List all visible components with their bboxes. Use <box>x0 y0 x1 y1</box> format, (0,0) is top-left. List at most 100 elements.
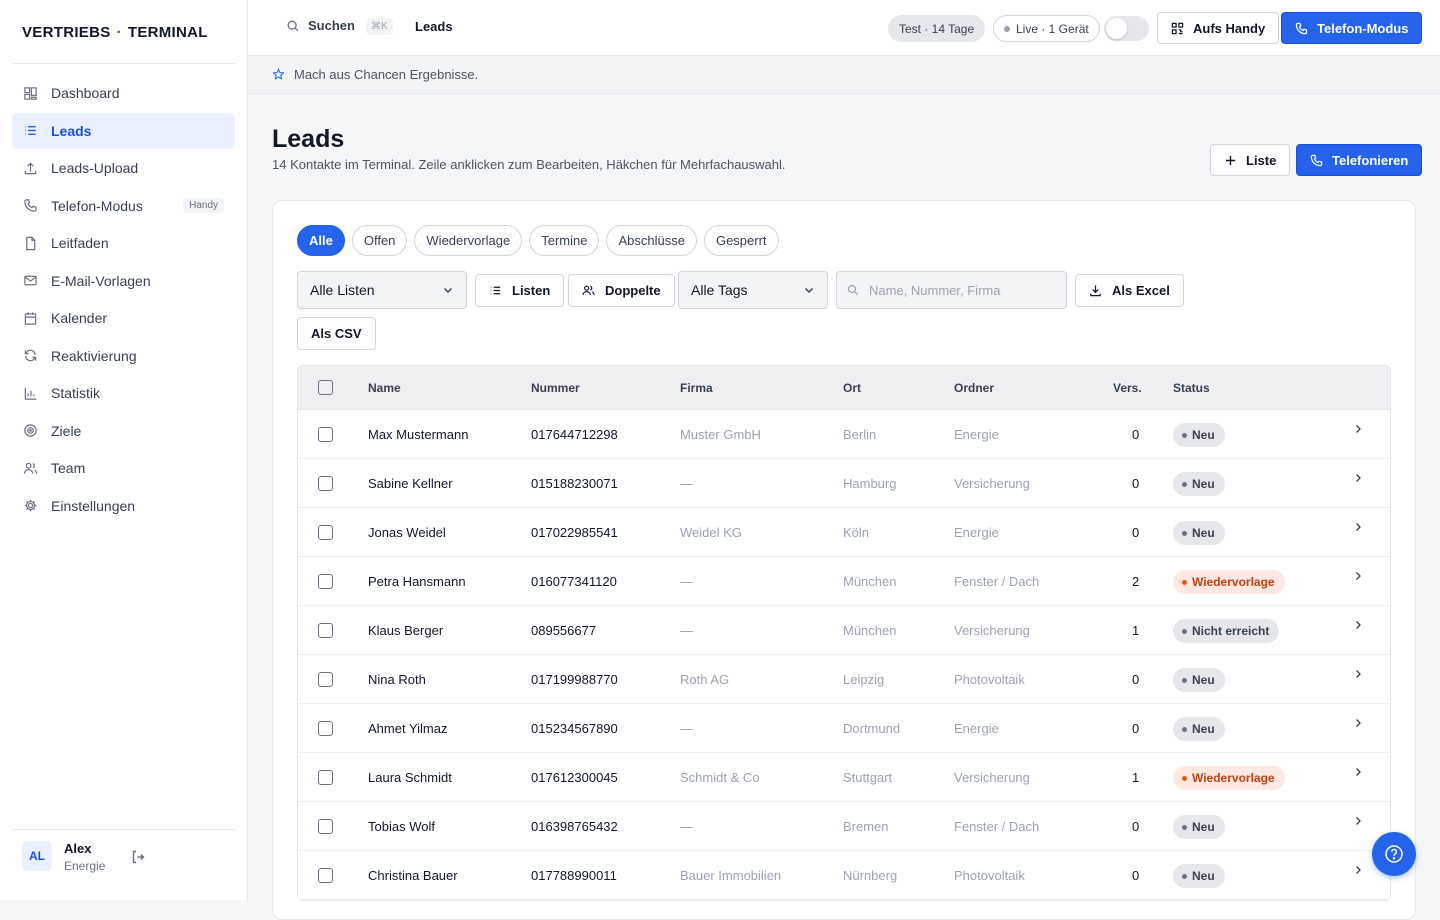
duplicates-button[interactable]: Doppelte <box>568 274 675 307</box>
sidebar-item-leads-upload[interactable]: Leads-Upload <box>12 150 235 186</box>
lead-folder: Photovoltaik <box>954 867 1025 883</box>
sidebar-item-kalender[interactable]: Kalender <box>12 300 235 336</box>
lead-search-input[interactable]: Name, Nummer, Firma <box>836 271 1067 309</box>
sidebar-item-label: Team <box>51 460 86 476</box>
table-header: Name Nummer Firma Ort Ordner Vers. Statu… <box>298 366 1390 410</box>
logout-icon[interactable] <box>130 849 146 865</box>
col-attempts[interactable]: Vers. <box>1113 381 1142 395</box>
col-company[interactable]: Firma <box>680 381 713 395</box>
filter-tab-offen[interactable]: Offen <box>351 225 408 256</box>
tags-select[interactable]: Alle Tags <box>678 271 828 309</box>
status-badge: Wiedervorlage <box>1173 766 1285 790</box>
lists-button[interactable]: Listen <box>475 274 565 307</box>
row-checkbox[interactable] <box>318 475 333 491</box>
col-city[interactable]: Ort <box>843 381 861 395</box>
row-checkbox[interactable] <box>318 671 333 687</box>
lists-select[interactable]: Alle Listen <box>297 271 467 309</box>
page-breadcrumb: Leads <box>415 19 453 34</box>
row-checkbox[interactable] <box>318 573 333 589</box>
lead-number: 015234567890 <box>531 720 618 736</box>
status-dot <box>1182 873 1187 879</box>
filter-tab-gesperrt[interactable]: Gesperrt <box>703 225 779 256</box>
chevron-right-icon[interactable] <box>1353 620 1363 630</box>
brand-logo[interactable]: VERTRIEBS · TERMINAL <box>22 24 208 41</box>
row-checkbox[interactable] <box>318 769 333 785</box>
sidebar-item-label: Leitfaden <box>51 235 109 251</box>
lead-attempts: 1 <box>1132 622 1140 638</box>
chevron-right-icon[interactable] <box>1353 473 1363 483</box>
row-checkbox[interactable] <box>318 720 333 736</box>
lead-company: — <box>680 818 693 834</box>
star-icon <box>272 68 285 80</box>
status-dot <box>1182 481 1187 487</box>
status-label: Neu <box>1192 477 1215 491</box>
sidebar-item-telefon-modus[interactable]: Telefon-Modus Handy <box>12 188 235 224</box>
col-name[interactable]: Name <box>368 381 401 395</box>
lead-number: 016077341120 <box>531 573 617 589</box>
chevron-right-icon[interactable] <box>1353 669 1363 679</box>
chevron-right-icon[interactable] <box>1353 424 1363 434</box>
sidebar-item-leitfaden[interactable]: Leitfaden <box>12 225 235 261</box>
add-list-button[interactable]: Liste <box>1210 144 1291 176</box>
chevron-right-icon[interactable] <box>1353 816 1363 826</box>
avatar[interactable]: AL <box>22 841 52 871</box>
sidebar-item-leads[interactable]: Leads <box>12 112 235 149</box>
table-row[interactable]: Laura Schmidt 017612300045 Schmidt & Co Stu… <box>298 753 1390 802</box>
chevron-right-icon[interactable] <box>1353 522 1363 532</box>
help-button[interactable] <box>1372 832 1416 876</box>
filter-tab-abschl-sse[interactable]: Abschlüsse <box>606 225 697 256</box>
status-badge: Neu <box>1173 472 1225 496</box>
filter-tab-wiedervorlage[interactable]: Wiedervorlage <box>414 225 523 256</box>
sidebar-item-einstellungen[interactable]: Einstellungen <box>12 488 235 524</box>
sidebar-item-ziele[interactable]: Ziele <box>12 413 235 449</box>
row-checkbox[interactable] <box>318 622 333 638</box>
chevron-right-icon[interactable] <box>1353 718 1363 728</box>
lead-attempts: 1 <box>1132 769 1140 785</box>
lead-folder: Versicherung <box>954 622 1030 638</box>
search-placeholder: Name, Nummer, Firma <box>869 282 1001 298</box>
sidebar-item-dashboard[interactable]: Dashboard <box>12 75 235 111</box>
export-excel-button[interactable]: Als Excel <box>1075 274 1184 307</box>
chevron-right-icon[interactable] <box>1353 767 1363 777</box>
lead-name: Laura Schmidt <box>368 769 452 785</box>
table-row[interactable]: Max Mustermann 017644712298 Muster GmbH Ber… <box>298 410 1390 459</box>
sidebar-item-label: Leads <box>51 122 92 139</box>
sidebar-item-reaktivierung[interactable]: Reaktivierung <box>12 338 235 374</box>
chevron-down-icon <box>805 288 813 293</box>
table-row[interactable]: Petra Hansmann 016077341120 — München Fenste… <box>298 557 1390 606</box>
document-icon <box>26 236 36 250</box>
search-button[interactable]: Suchen <box>286 18 355 33</box>
lead-company: Bauer Immobilien <box>680 867 782 883</box>
table-row[interactable]: Christina Bauer 017788990011 Bauer Immobil… <box>298 851 1390 900</box>
lead-attempts: 0 <box>1132 720 1140 736</box>
chevron-right-icon[interactable] <box>1353 571 1363 581</box>
filter-tab-termine[interactable]: Termine <box>529 225 600 256</box>
table-row[interactable]: Tobias Wolf 016398765432 — Bremen Fenster / … <box>298 802 1390 851</box>
export-csv-button[interactable]: Als CSV <box>297 317 376 350</box>
list-icon <box>490 286 501 295</box>
status-dot <box>1182 530 1187 536</box>
live-toggle[interactable] <box>1104 16 1149 41</box>
upload-icon <box>24 161 37 174</box>
telefon-modus-button[interactable]: Telefon-Modus <box>1281 12 1423 44</box>
row-checkbox[interactable] <box>318 426 333 442</box>
row-checkbox[interactable] <box>318 867 333 883</box>
row-checkbox[interactable] <box>318 524 333 540</box>
col-number[interactable]: Nummer <box>531 381 580 395</box>
col-folder[interactable]: Ordner <box>954 381 994 395</box>
sidebar-item-team[interactable]: Team <box>12 450 235 486</box>
telefonieren-button[interactable]: Telefonieren <box>1296 144 1423 176</box>
row-checkbox[interactable] <box>318 818 333 834</box>
table-row[interactable]: Nina Roth 017199988770 Roth AG Leipzig Photo… <box>298 655 1390 704</box>
table-row[interactable]: Klaus Berger 089556677 — München Versicherun… <box>298 606 1390 655</box>
sidebar-item-e-mail-vorlagen[interactable]: E-Mail-Vorlagen <box>12 263 235 299</box>
col-status[interactable]: Status <box>1173 381 1210 395</box>
table-row[interactable]: Sabine Kellner 015188230071 — Hamburg Versic… <box>298 459 1390 508</box>
table-row[interactable]: Ahmet Yilmaz 015234567890 — Dortmund Energie… <box>298 704 1390 753</box>
select-all-checkbox[interactable] <box>318 380 333 395</box>
aufs-handy-button[interactable]: Aufs Handy <box>1157 12 1280 44</box>
filter-tab-alle[interactable]: Alle <box>297 225 345 256</box>
table-row[interactable]: Jonas Weidel 017022985541 Weidel KG Köln Ene… <box>298 508 1390 557</box>
chevron-right-icon[interactable] <box>1353 865 1363 875</box>
sidebar-item-statistik[interactable]: Statistik <box>12 375 235 411</box>
